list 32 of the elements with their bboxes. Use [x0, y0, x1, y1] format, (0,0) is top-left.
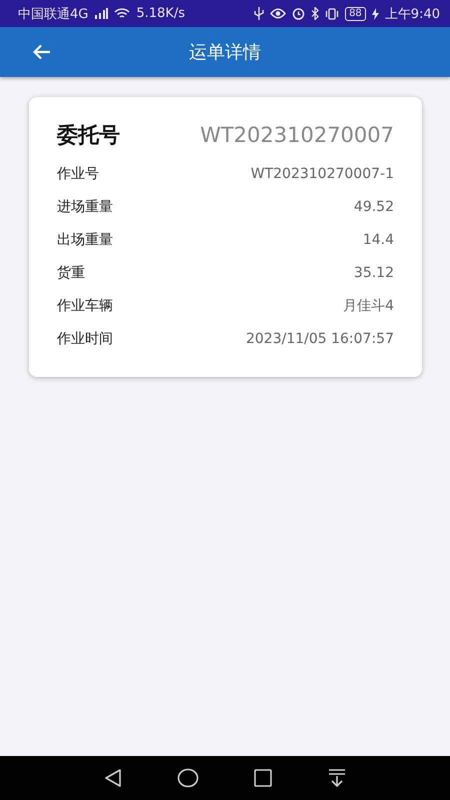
back-icon[interactable]	[103, 768, 123, 788]
field-value: 35.12	[354, 264, 394, 280]
usb-icon	[254, 7, 264, 20]
carrier-text: 中国联通4G	[18, 6, 88, 22]
field-label: 作业时间	[57, 330, 113, 348]
field-value: WT202310270007-1	[250, 166, 394, 182]
charging-icon	[372, 8, 379, 20]
field-label: 作业车辆	[57, 296, 113, 314]
clock-text: 上午9:40	[384, 6, 440, 22]
vibrate-icon	[325, 8, 340, 20]
field-value: 49.52	[354, 198, 394, 214]
back-arrow-icon[interactable]	[32, 42, 52, 62]
network-speed: 5.18K/s	[136, 6, 185, 21]
battery-indicator: 88	[345, 6, 366, 20]
field-value: WT202310270007	[200, 123, 394, 147]
notification-shade-icon[interactable]	[327, 768, 347, 788]
field-label: 委托号	[57, 122, 120, 149]
eye-icon	[270, 8, 286, 19]
recents-icon[interactable]	[253, 768, 273, 788]
alarm-icon	[292, 7, 306, 20]
field-label: 作业号	[57, 164, 99, 182]
field-value: 2023/11/05 16:07:57	[246, 330, 394, 346]
field-value: 月佳斗4	[343, 296, 394, 314]
wifi-icon	[114, 8, 130, 20]
signal-icon	[94, 8, 108, 19]
home-icon[interactable]	[177, 768, 199, 788]
page-title: 运单详情	[189, 42, 261, 63]
field-label: 货重	[57, 264, 85, 282]
field-label: 出场重量	[57, 230, 113, 248]
field-label: 进场重量	[57, 198, 113, 216]
bluetooth-icon	[311, 7, 320, 20]
field-value: 14.4	[362, 232, 394, 248]
